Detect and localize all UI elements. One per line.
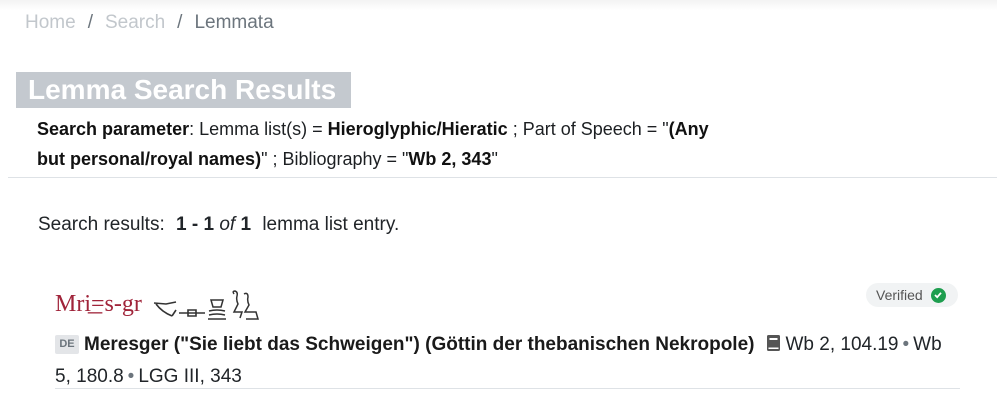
bolt-glyph-icon <box>178 306 206 320</box>
results-range: 1 - 1 <box>176 214 215 235</box>
results-total: 1 <box>240 214 252 235</box>
bibliography-value: Wb 2, 343 <box>408 149 492 169</box>
hoe-glyph-icon <box>152 300 178 320</box>
section-divider <box>8 177 997 178</box>
entry-details: DE Meresger ("Sie liebt das Schweigen") (… <box>55 330 960 392</box>
breadcrumb-home[interactable]: Home <box>25 12 76 34</box>
results-suffix: lemma list entry. <box>262 214 400 235</box>
status-label: Verified <box>876 287 923 303</box>
bibliography-prefix: " ; Bibliography = " <box>261 149 409 169</box>
reference-wb-2: Wb 2, 104.19 <box>785 334 899 355</box>
reference-lgg: LGG III, 343 <box>138 366 242 387</box>
lemma-list-value: Hieroglyphic/Hieratic <box>327 119 508 139</box>
breadcrumb-separator: / <box>87 12 93 33</box>
breadcrumb-search[interactable]: Search <box>105 12 165 34</box>
results-of: of <box>219 214 236 235</box>
hieroglyph-spelling <box>152 288 262 320</box>
results-count: Search results: 1 - 1 of 1 lemma list en… <box>38 214 399 236</box>
language-tag: DE <box>55 335 79 354</box>
reference-separator: • <box>902 334 910 355</box>
status-badge: Verified <box>866 283 958 307</box>
results-prefix: Search results: <box>38 214 165 235</box>
check-circle-icon <box>930 287 946 303</box>
pos-prefix: ; Part of Speech = " <box>507 119 669 139</box>
search-parameter-label: Search parameter <box>37 119 190 139</box>
search-parameters: Search parameter: Lemma list(s) = Hierog… <box>37 114 737 174</box>
breadcrumb-current: Lemmata <box>194 12 274 33</box>
entry-header: Mri͟=s-gr <box>55 287 262 321</box>
reference-separator: • <box>127 366 135 387</box>
params-suffix: " <box>491 149 498 169</box>
lemma-meaning: Meresger ("Sie liebt das Schweigen") (Gö… <box>84 334 755 355</box>
lemma-transliteration-link[interactable]: Mri͟=s-gr <box>55 291 142 318</box>
book-icon <box>766 332 781 362</box>
breadcrumb: Home / Search / Lemmata <box>25 12 274 34</box>
pot-glyph-icon <box>206 298 228 320</box>
breadcrumb-separator: / <box>177 12 183 33</box>
page-title: Lemma Search Results <box>16 72 351 108</box>
top-bar-shadow <box>0 0 997 10</box>
lemma-list-prefix: : Lemma list(s) = <box>189 119 328 139</box>
entry-divider <box>55 388 960 389</box>
seated-goddess-glyph-icon <box>228 290 262 320</box>
